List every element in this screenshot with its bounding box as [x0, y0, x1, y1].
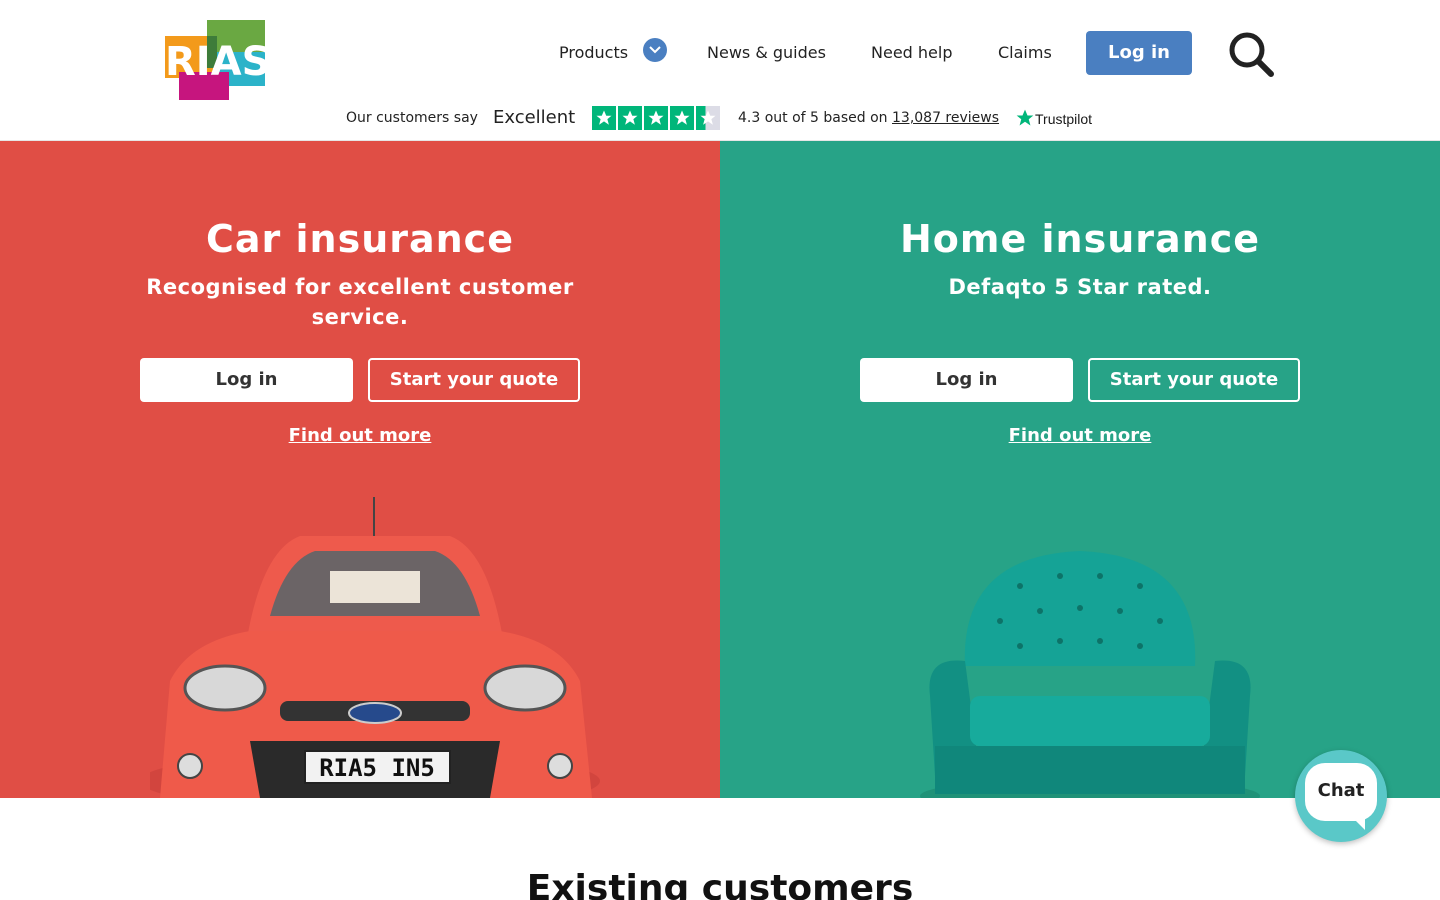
- nav-products[interactable]: Products: [559, 31, 628, 75]
- home-find-out-more-link[interactable]: Find out more: [720, 425, 1440, 446]
- site-header: RIAS Products News & guides Need help Cl…: [0, 0, 1440, 141]
- chevron-down-icon[interactable]: [643, 38, 667, 62]
- star-icon: [644, 106, 668, 130]
- trustpilot-stars: [592, 106, 722, 130]
- star-icon: [670, 106, 694, 130]
- car-quote-button[interactable]: Start your quote: [368, 358, 580, 402]
- home-login-button[interactable]: Log in: [860, 358, 1073, 402]
- chat-widget-button[interactable]: Chat: [1295, 750, 1387, 842]
- star-icon: [592, 106, 616, 130]
- car-panel-title: Car insurance: [206, 217, 514, 261]
- chat-bubble-tail: [1347, 812, 1365, 830]
- home-insurance-panel: Home insurance Defaqto 5 Star rated. Log…: [720, 141, 1440, 798]
- trustpilot-score: 4.3 out of 5 based on: [738, 110, 888, 126]
- trustpilot-reviews-link[interactable]: 13,087 reviews: [892, 104, 999, 132]
- home-panel-subtitle: Defaqto 5 Star rated.: [948, 275, 1212, 299]
- nav-claims[interactable]: Claims: [998, 31, 1052, 75]
- armchair-image: [920, 551, 1260, 798]
- trustpilot-brand: Trustpilot: [1035, 111, 1093, 127]
- car-login-button[interactable]: Log in: [140, 358, 353, 402]
- trustpilot-star-icon: [1016, 109, 1034, 126]
- chat-label: Chat: [1317, 780, 1365, 801]
- nav-news-guides[interactable]: News & guides: [707, 31, 826, 75]
- search-icon[interactable]: [1227, 30, 1275, 78]
- car-insurance-panel: Car insurance Recognised for excellent c…: [0, 141, 720, 798]
- star-icon: [618, 106, 642, 130]
- star-half-icon: [696, 106, 720, 130]
- existing-customers-heading: Existing customers: [526, 868, 914, 900]
- car-find-out-more-link[interactable]: Find out more: [0, 425, 720, 446]
- trustpilot-rating-word: Excellent: [493, 107, 576, 128]
- number-plate-text: RIA5 IN5: [319, 754, 435, 782]
- car-panel-subtitle: Recognised for excellent customer servic…: [146, 275, 574, 329]
- home-panel-title: Home insurance: [900, 217, 1260, 261]
- nav-need-help[interactable]: Need help: [871, 31, 952, 75]
- header-login-button[interactable]: Log in: [1086, 31, 1192, 75]
- home-quote-button[interactable]: Start your quote: [1088, 358, 1300, 402]
- car-image: RIA5 IN5: [150, 497, 600, 798]
- trustpilot-prefix: Our customers say: [346, 110, 478, 126]
- main-nav: Products News & guides Need help Claims: [0, 31, 1440, 75]
